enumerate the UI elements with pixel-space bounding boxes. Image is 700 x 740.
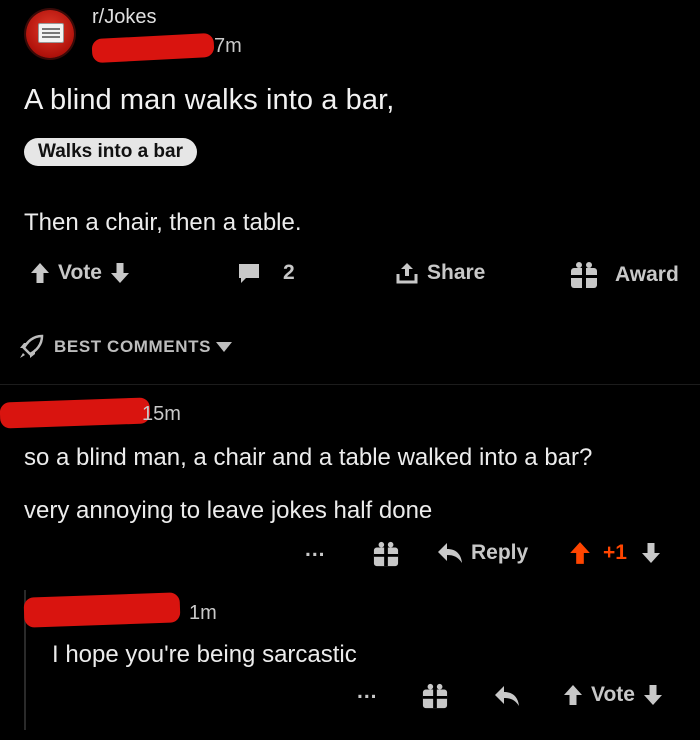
comment-award-button[interactable] [372,541,400,567]
gift-icon [372,541,400,567]
ellipsis-icon: ... [305,538,326,561]
post-flair[interactable]: Walks into a bar [24,138,197,166]
comment-text: very annoying to leave jokes half done [24,497,433,524]
downvote-icon[interactable] [110,262,130,284]
gift-icon [421,683,449,709]
section-divider [0,384,700,385]
rocket-icon [18,334,44,360]
upvote-icon[interactable] [563,684,583,706]
vote-label: Vote [591,683,635,706]
award-label: Award [615,263,679,286]
share-button[interactable]: Share [395,261,485,285]
downvote-icon[interactable] [643,684,663,706]
post-time: 7m [214,35,242,57]
jokes-sign-icon [38,23,64,43]
reply-vote-group: Vote [563,683,663,707]
downvote-icon[interactable] [641,542,661,564]
share-icon [395,261,419,285]
sort-label: BEST COMMENTS [54,337,212,356]
share-label: Share [427,261,486,284]
post-title[interactable]: A blind man walks into a bar, [24,84,394,117]
comment-icon [237,261,261,285]
comment-time: 15m [142,403,181,425]
comments-count: 2 [283,261,295,284]
reply-arrow-icon [494,685,520,707]
subreddit-name[interactable]: r/Jokes [92,6,156,29]
reply-time: 1m [189,602,217,624]
vote-label: Vote [58,261,102,284]
comment-vote-group: +1 [569,541,661,565]
redacted-commenter [0,397,151,429]
subreddit-avatar[interactable] [26,10,74,58]
more-options-button[interactable]: ... [357,680,378,704]
post-body: Then a chair, then a table. [24,209,302,236]
upvote-icon[interactable] [569,541,591,565]
ellipsis-icon: ... [357,680,378,703]
caret-down-icon [215,341,233,353]
comment-text: so a blind man, a chair and a table walk… [24,444,593,471]
reply-award-button[interactable] [421,683,449,709]
upvote-icon[interactable] [30,262,50,284]
comment-score: +1 [603,541,627,564]
post-vote-group: Vote [30,261,130,285]
sort-dropdown[interactable]: BEST COMMENTS [18,334,233,360]
reply-to-reply-button[interactable] [494,685,520,707]
gift-icon [569,261,599,289]
reply-button[interactable]: Reply [437,541,528,565]
reply-arrow-icon [437,542,463,564]
award-button[interactable]: Award [569,261,679,289]
redacted-username [91,32,215,64]
more-options-button[interactable]: ... [305,538,326,562]
reply-label: Reply [471,541,529,564]
reply-text: I hope you're being sarcastic [52,641,357,668]
redacted-commenter [23,592,181,628]
comments-button[interactable]: 2 [237,261,295,285]
